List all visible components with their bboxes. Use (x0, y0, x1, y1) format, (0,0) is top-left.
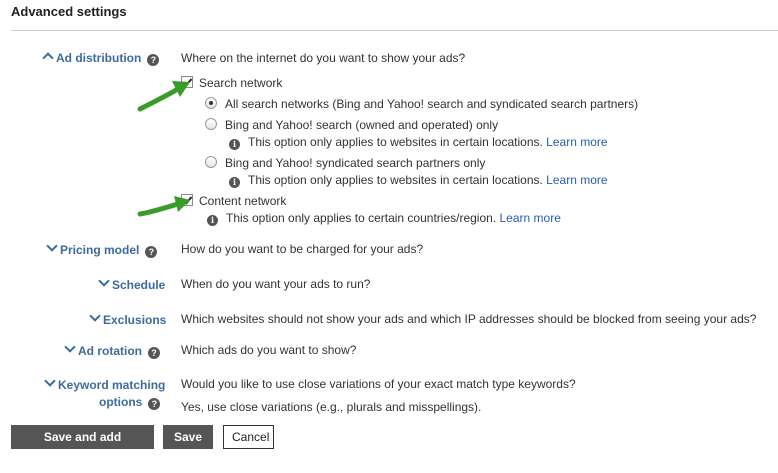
schedule-toggle[interactable]: Schedule (98, 275, 166, 292)
ad-rotation-question: Which ads do you want to show? (181, 343, 357, 357)
learn-more-link[interactable]: Learn more (500, 211, 561, 225)
radio-bing-yahoo-owned[interactable]: Bing and Yahoo! search (owned and operat… (205, 118, 498, 132)
note-text: This option only applies to websites in … (248, 173, 543, 187)
radio-label: Bing and Yahoo! syndicated search partne… (225, 156, 486, 170)
info-circle-icon: i (207, 215, 218, 226)
chevron-down-icon (98, 275, 110, 287)
green-arrow-icon (137, 81, 190, 112)
ad-distribution-label: Ad distribution (56, 51, 142, 65)
pricing-model-toggle[interactable]: Pricing model? (46, 240, 158, 258)
ad-distribution-toggle[interactable]: Ad distribution? (42, 51, 160, 66)
page-title: Advanced settings (11, 4, 127, 19)
note-text: This option only applies to websites in … (248, 135, 543, 149)
green-arrow-icon (137, 196, 190, 217)
ad-rotation-label: Ad rotation (78, 344, 142, 358)
radio-syndicated-partners[interactable]: Bing and Yahoo! syndicated search partne… (205, 156, 485, 170)
learn-more-link[interactable]: Learn more (546, 135, 607, 149)
exclusions-toggle[interactable]: Exclusions (89, 310, 167, 327)
pricing-model-label: Pricing model (60, 243, 140, 257)
ad-distribution-question: Where on the internet do you want to sho… (181, 51, 466, 65)
schedule-label: Schedule (112, 278, 166, 292)
content-network-row[interactable]: Content network (181, 194, 286, 208)
radio-button[interactable] (205, 118, 217, 130)
keyword-matching-answer: Yes, use close variations (e.g., plurals… (181, 400, 482, 414)
radio-label: All search networks (Bing and Yahoo! sea… (225, 97, 639, 111)
question-circle-icon[interactable]: ? (148, 347, 160, 359)
option-note: i This option only applies to websites in… (229, 173, 608, 188)
info-circle-icon: i (229, 139, 240, 150)
title-divider (11, 30, 778, 31)
keyword-matching-label-cont: options (99, 395, 143, 409)
keyword-matching-toggle[interactable]: Keyword matching (44, 375, 166, 392)
cancel-button[interactable]: Cancel (223, 425, 274, 449)
pricing-model-question: How do you want to be charged for your a… (181, 242, 424, 256)
schedule-question: When do you want your ads to run? (181, 277, 371, 291)
exclusions-question: Which websites should not show your ads … (181, 312, 757, 326)
radio-button[interactable] (205, 97, 217, 109)
exclusions-label: Exclusions (103, 313, 167, 327)
info-circle-icon: i (229, 177, 240, 188)
ad-rotation-toggle[interactable]: Ad rotation? (64, 341, 160, 359)
option-note: i This option only applies to websites in… (229, 135, 608, 150)
chevron-down-icon (46, 240, 58, 252)
question-circle-icon[interactable]: ? (148, 398, 161, 410)
radio-label: Bing and Yahoo! search (owned and operat… (225, 118, 499, 132)
keyword-matching-label-line2[interactable]: options? (99, 395, 161, 410)
keyword-matching-question: Would you like to use close variations o… (181, 377, 576, 391)
content-network-note: i This option only applies to certain cou… (207, 211, 561, 226)
radio-all-search-networks[interactable]: All search networks (Bing and Yahoo! sea… (205, 97, 638, 111)
chevron-up-icon (42, 52, 54, 64)
chevron-down-icon (44, 375, 56, 387)
save-and-add-payment-button[interactable]: Save and add payment (11, 425, 154, 468)
save-button[interactable]: Save (163, 425, 213, 449)
keyword-matching-label: Keyword matching (58, 378, 166, 392)
radio-button[interactable] (205, 156, 217, 168)
question-circle-icon[interactable]: ? (145, 246, 158, 258)
search-network-label: Search network (199, 76, 283, 90)
chevron-down-icon (89, 310, 101, 322)
question-circle-icon[interactable]: ? (147, 54, 160, 66)
note-text: This option only applies to certain coun… (226, 211, 497, 225)
learn-more-link[interactable]: Learn more (546, 173, 607, 187)
chevron-down-icon (64, 341, 76, 353)
search-network-row[interactable]: Search network (181, 76, 282, 90)
content-network-label: Content network (199, 194, 287, 208)
